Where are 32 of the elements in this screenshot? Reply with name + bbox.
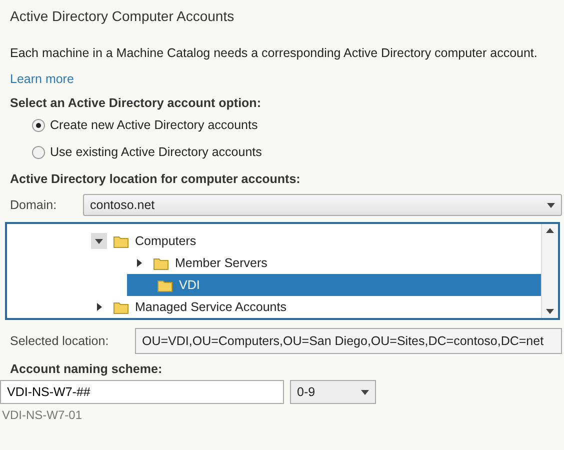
- caret-down-icon: [95, 238, 103, 244]
- folder-icon: [157, 278, 173, 292]
- tree-item[interactable]: Managed Service Accounts: [91, 296, 541, 318]
- suffix-type-dropdown[interactable]: 0-9: [290, 380, 376, 404]
- radio-option[interactable]: Use existing Active Directory accounts: [32, 145, 564, 159]
- tree-item[interactable]: Member Servers: [131, 252, 541, 274]
- caret-down-icon: [361, 390, 369, 394]
- domain-label: Domain:: [10, 198, 58, 212]
- domain-dropdown[interactable]: contoso.net: [83, 194, 562, 216]
- learn-more-link[interactable]: Learn more: [10, 72, 74, 86]
- naming-scheme-input[interactable]: VDI-NS-W7-##: [0, 380, 284, 404]
- scrollbar[interactable]: [541, 224, 558, 318]
- selected-location-label: Selected location:: [10, 334, 110, 348]
- folder-icon: [113, 300, 129, 314]
- caret-down-icon: [547, 202, 555, 208]
- tree-item[interactable]: VDI: [127, 274, 541, 296]
- caret-right-icon: [96, 303, 102, 311]
- location-label: Active Directory location for computer accounts:: [10, 172, 302, 186]
- caret-up-icon: [546, 228, 554, 233]
- caret-down-icon: [546, 309, 554, 314]
- name-preview: VDI-NS-W7-01: [2, 408, 84, 422]
- naming-scheme-label: Account naming scheme:: [10, 362, 164, 376]
- radio-option[interactable]: Create new Active Directory accounts: [32, 118, 564, 132]
- caret-right-icon: [136, 259, 142, 267]
- description-text: Each machine in a Machine Catalog needs a corresponding Active Directory computer account.: [10, 46, 538, 60]
- tree-item[interactable]: Computers: [91, 230, 541, 252]
- option-label: Select an Active Directory account option:: [10, 96, 262, 110]
- section-title: Active Directory Computer Accounts: [10, 8, 236, 24]
- expander-button[interactable]: [91, 233, 107, 249]
- folder-icon: [153, 256, 169, 270]
- selected-location-field: OU=VDI,OU=Computers,OU=San Diego,OU=Sites,DC=contoso,DC=net: [135, 328, 562, 354]
- folder-icon: [113, 234, 129, 248]
